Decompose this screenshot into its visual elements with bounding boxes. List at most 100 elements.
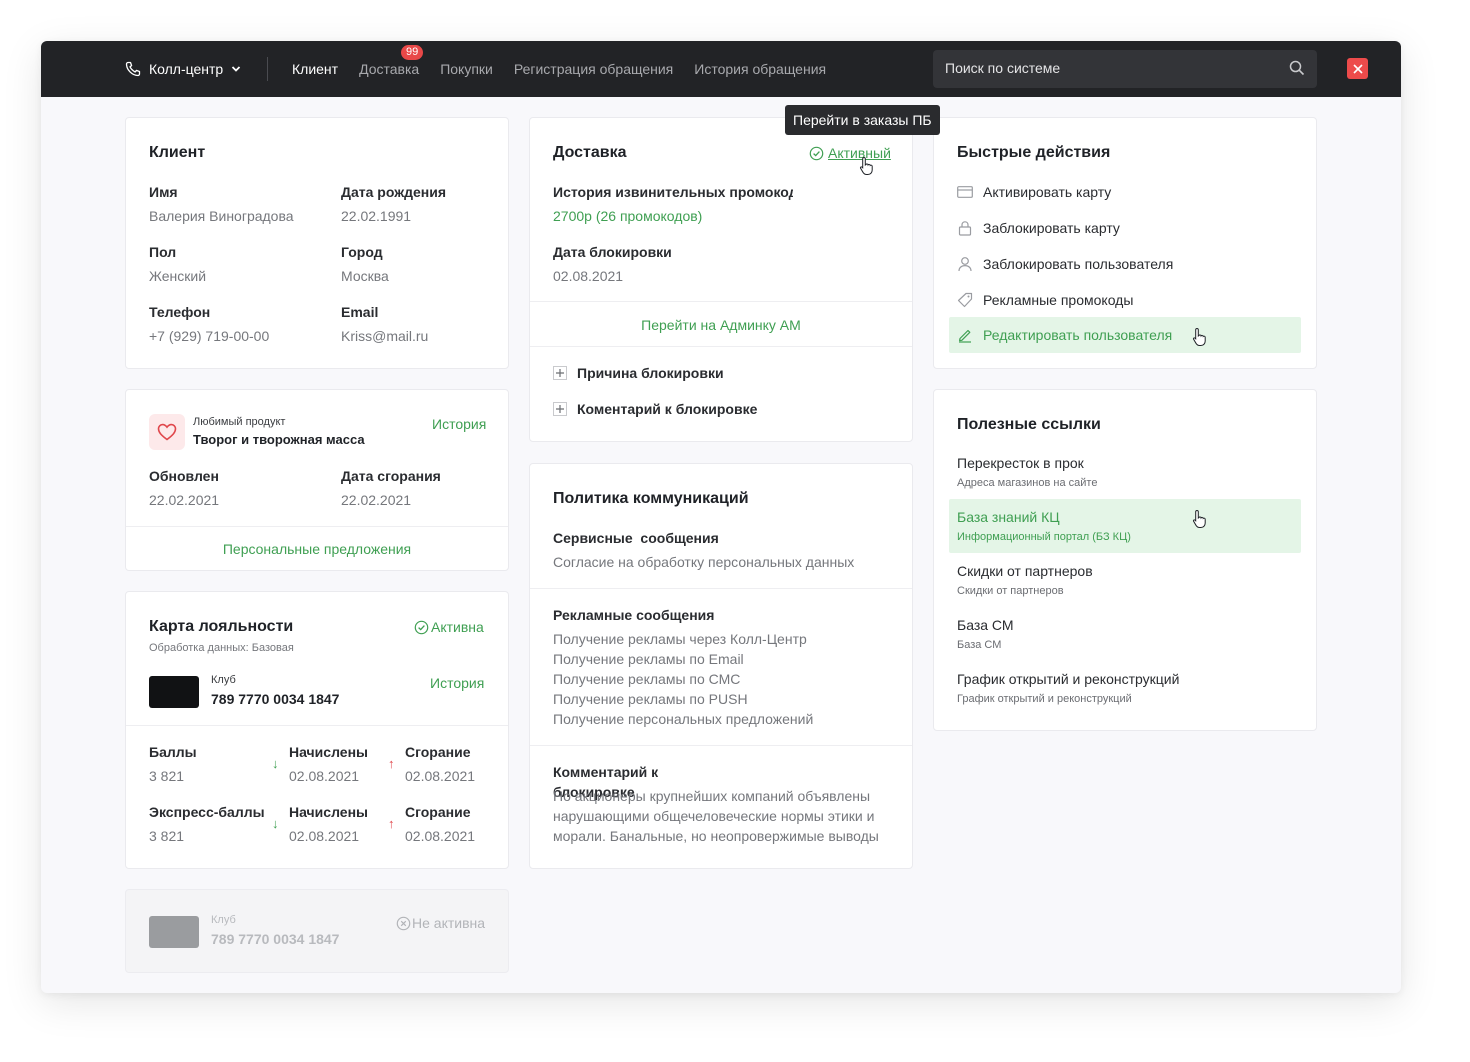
- lock-icon: [958, 221, 972, 236]
- edit-user-action[interactable]: Редактировать пользователя: [949, 317, 1301, 353]
- hand-cursor-icon: [1192, 327, 1206, 346]
- check-circle-icon: [414, 620, 429, 634]
- service-value: Согласие на обработку персональных данны…: [553, 554, 855, 570]
- communication-policy-card: Политика коммуникаций Сервисные сообщени…: [529, 463, 913, 869]
- card-number: 789 7770 0034 1847: [211, 691, 340, 707]
- favorite-history-link[interactable]: История: [432, 416, 486, 432]
- link-subtitle: Скидки от партнеров: [957, 585, 1064, 597]
- card-title: Клиент: [149, 144, 206, 161]
- block-comment-expander[interactable]: Коментарий к блокировке: [553, 401, 757, 417]
- updated-value: 22.02.2021: [149, 492, 220, 508]
- plus-icon: [553, 366, 567, 380]
- phone-icon: [125, 61, 141, 77]
- personal-offers-link[interactable]: Персональные предложения: [126, 541, 508, 557]
- edit-user-label: Редактировать пользователя: [957, 325, 1172, 345]
- email-value: Kriss@mail.ru: [341, 328, 429, 344]
- delivery-count-badge: 99: [401, 45, 424, 60]
- ads-item: Получение персональных предложений: [553, 711, 814, 727]
- gender-label: Пол: [149, 244, 177, 260]
- search-input[interactable]: Поиск по системе: [933, 50, 1317, 88]
- burn-date: 02.08.2021: [405, 768, 476, 784]
- block-card-action[interactable]: Заблокировать карту: [957, 218, 1120, 238]
- link-item[interactable]: График открытий и реконструкций График о…: [957, 671, 1297, 711]
- ads-item: Получение рекламы по СМС: [553, 671, 741, 687]
- link-title: База знаний КЦ: [957, 509, 1060, 525]
- link-item[interactable]: База СМ База СМ: [957, 617, 1297, 657]
- tooltip: Перейти в заказы ПБ: [785, 105, 940, 135]
- plus-icon: [553, 402, 567, 416]
- club-label: Клуб: [211, 674, 236, 686]
- favorite-product-card: Любимый продукт Творог и творожная масса…: [125, 389, 509, 571]
- block-reason-expander[interactable]: Причина блокировки: [553, 365, 724, 381]
- close-icon: [1352, 63, 1363, 74]
- express-label: Экспресс-баллы: [149, 804, 265, 820]
- promo-codes-action[interactable]: Рекламные промокоды: [957, 290, 1133, 310]
- x-circle-icon: [396, 916, 411, 930]
- divider: [530, 346, 912, 347]
- tag-icon: [957, 292, 973, 308]
- birth-label: Дата рождения: [341, 184, 447, 200]
- close-button[interactable]: [1347, 58, 1368, 79]
- gender-value: Женский: [149, 268, 207, 284]
- card-title: Доставка: [553, 144, 627, 161]
- callcenter-dropdown[interactable]: Колл-центр: [125, 60, 241, 78]
- search-placeholder: Поиск по системе: [945, 60, 1061, 76]
- comment-label: Комментарий к: [553, 764, 659, 780]
- divider: [267, 57, 268, 81]
- check-circle-icon: [809, 146, 824, 160]
- ads-label: Рекламные сообщения: [553, 607, 715, 623]
- points-value: 3 821: [149, 768, 185, 784]
- tab-purchases[interactable]: Покупки: [440, 60, 493, 78]
- link-subtitle: Информационный портал (БЗ КЦ): [957, 531, 1131, 543]
- delivery-card: Доставка Активный История извинительных …: [529, 117, 913, 442]
- pencil-icon: [959, 329, 971, 343]
- link-subtitle: График открытий и реконструкций: [957, 693, 1132, 705]
- main-nav: Клиент Доставка Покупки Регистрация обра…: [292, 60, 826, 78]
- express-value: 3 821: [149, 828, 185, 844]
- tab-request-history[interactable]: История обращения: [694, 60, 826, 78]
- block-date-value: 02.08.2021: [553, 268, 624, 284]
- search-icon[interactable]: [1289, 60, 1305, 76]
- promo-history-label: История извинительных промокодо: [553, 184, 793, 200]
- loyalty-status: Активна: [414, 619, 484, 635]
- tab-register-request[interactable]: Регистрация обращения: [514, 60, 673, 78]
- link-subtitle: Адреса магазинов на сайте: [957, 477, 1098, 489]
- link-item-highlighted[interactable]: База знаний КЦ Информационный портал (БЗ…: [949, 499, 1301, 553]
- comment-text: нарушающими общечеловеческие нормы этики…: [553, 808, 875, 824]
- card-number: 789 7770 0034 1847: [211, 931, 340, 947]
- delivery-status-link[interactable]: Активный: [809, 145, 891, 161]
- arrow-down-icon: ↓: [272, 756, 279, 771]
- block-user-action[interactable]: Заблокировать пользователя: [957, 254, 1173, 274]
- link-subtitle: База СМ: [957, 639, 1002, 651]
- loyalty-history-link[interactable]: История: [430, 675, 484, 691]
- block-date-label: Дата блокировки: [553, 244, 672, 260]
- link-item[interactable]: Скидки от партнеров Скидки от партнеров: [957, 563, 1297, 603]
- card-title: Быстрые действия: [957, 144, 1111, 161]
- card-title: Политика коммуникаций: [553, 490, 749, 507]
- accrued-label: Начислены: [289, 744, 368, 760]
- card-title: Карта лояльности: [149, 618, 294, 635]
- divider: [126, 725, 508, 726]
- link-title: База СМ: [957, 617, 1014, 633]
- loyalty-card: Карта лояльности Активна Обработка данны…: [125, 591, 509, 869]
- ads-item: Получение рекламы через Колл-Центр: [553, 631, 807, 647]
- burn-label: Сгорание: [405, 744, 471, 760]
- city-label: Город: [341, 244, 383, 260]
- expire-value: 22.02.2021: [341, 492, 412, 508]
- link-item[interactable]: Перекресток в прок Адреса магазинов на с…: [957, 455, 1297, 495]
- accrued-date: 02.08.2021: [289, 768, 360, 784]
- card-title: Полезные ссылки: [957, 416, 1101, 433]
- tab-delivery[interactable]: Доставка: [359, 60, 419, 78]
- activate-card-action[interactable]: Активировать карту: [957, 182, 1111, 202]
- admin-link[interactable]: Перейти на Админку АМ: [530, 317, 912, 333]
- promo-history-value[interactable]: 2700р (26 промокодов): [553, 208, 702, 224]
- user-icon: [958, 257, 972, 272]
- email-label: Email: [341, 304, 379, 320]
- hand-cursor-icon: [1192, 509, 1206, 528]
- inactive-status: Не активна: [396, 915, 485, 931]
- city-value: Москва: [341, 268, 389, 284]
- phone-label: Телефон: [149, 304, 211, 320]
- tab-client[interactable]: Клиент: [292, 60, 338, 78]
- favorite-product-name: Творог и творожная масса: [193, 432, 365, 447]
- link-title: Перекресток в прок: [957, 455, 1084, 471]
